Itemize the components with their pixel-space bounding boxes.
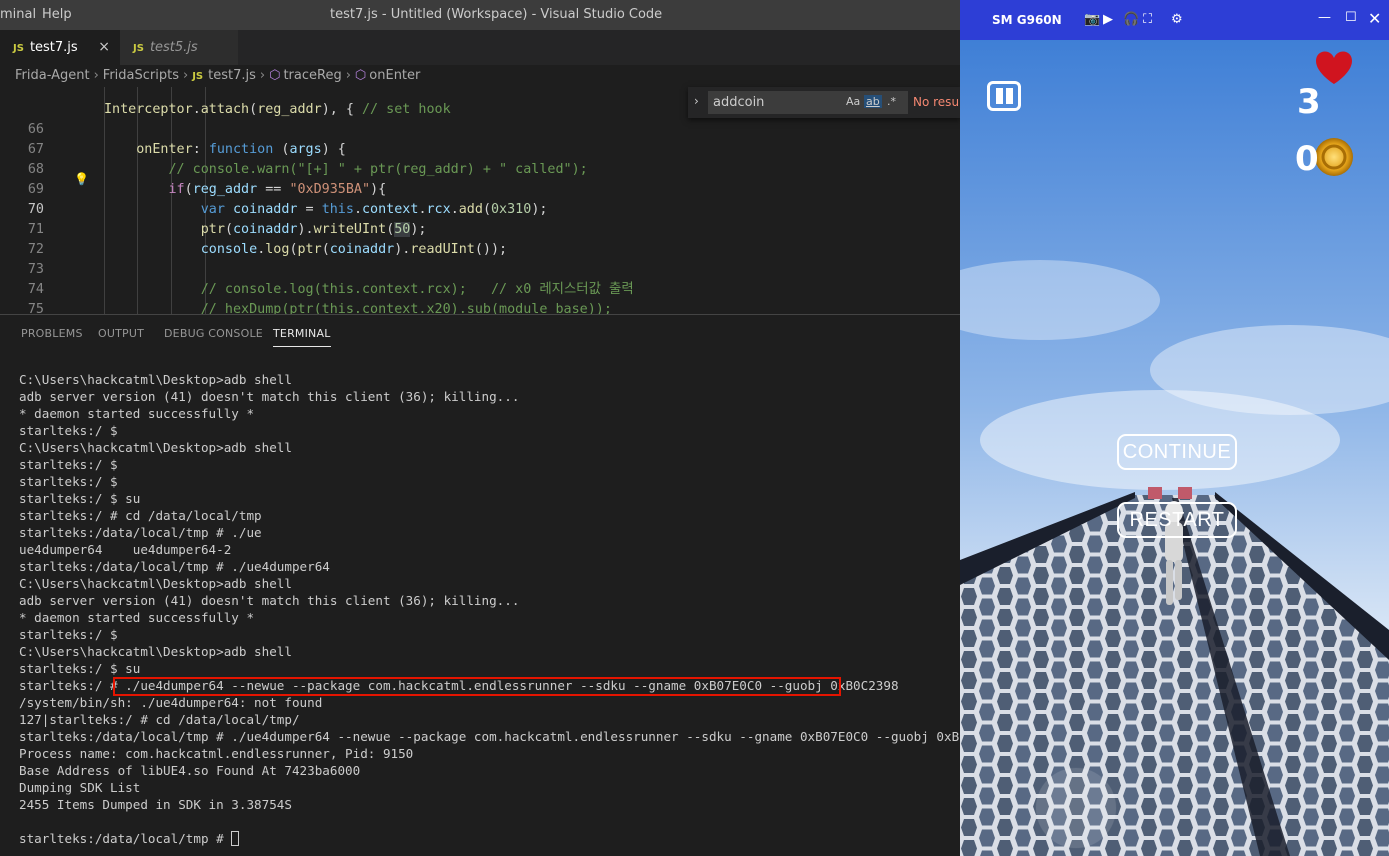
breadcrumb: Frida-Agent › FridaScripts › JS test7.js › ⬡ tra…	[0, 65, 960, 87]
chevron-right-icon: ›	[93, 68, 99, 83]
pause-button[interactable]	[987, 81, 1021, 111]
code-line: 70 ptr(coinaddr).writeUInt(50);	[27, 202, 427, 237]
minimize-icon[interactable]: —	[1318, 10, 1331, 25]
terminal-cursor	[231, 831, 240, 846]
code-line: 69 var coinaddr = this.context.rcx.add(0…	[27, 182, 548, 217]
code-line: 67 // console.warn("[+] " + ptr(reg_addr…	[27, 142, 588, 177]
terminal-line: Dumping SDK List	[19, 780, 141, 795]
code-line: 71 console.log(ptr(coinaddr).readUInt())…	[27, 222, 508, 257]
terminal-line: starlteks:/ $	[19, 423, 118, 438]
js-file-icon: JS	[192, 71, 204, 82]
terminal-line: /system/bin/sh: ./ue4dumper64: not found	[19, 695, 323, 710]
terminal-line: C:\Users\hackcatml\Desktop>adb shell	[19, 440, 292, 455]
chevron-right-icon: ›	[259, 68, 266, 83]
find-status: No result	[913, 95, 968, 109]
code-line: 73 // console.log(this.context.rcx); // …	[27, 262, 634, 297]
breadcrumb-item[interactable]: traceReg	[283, 68, 341, 83]
terminal-line: * daemon started successfully *	[19, 406, 255, 421]
terminal-line: starlteks:/ $	[19, 474, 118, 489]
video-icon[interactable]: ▶	[1103, 12, 1113, 27]
method-icon: ⬡	[354, 68, 367, 83]
tab-debug-console[interactable]: DEBUG CONSOLE	[164, 327, 263, 340]
terminal-prompt-line[interactable]: starlteks:/data/local/tmp #	[19, 830, 1005, 847]
maximize-icon[interactable]: ☐	[1345, 10, 1357, 25]
tab-terminal[interactable]: TERMINAL	[273, 327, 331, 347]
tab-test7[interactable]: JS test7.js ×	[0, 30, 120, 65]
terminal-line: starlteks:/data/local/tmp # ./ue4dumper6…	[19, 729, 1005, 744]
terminal-line: 127|starlteks:/ # cd /data/local/tmp/	[19, 712, 300, 727]
terminal-line: starlteks:/ $	[19, 457, 118, 472]
terminal-line: * daemon started successfully *	[19, 610, 255, 625]
tab-output[interactable]: OUTPUT	[98, 327, 144, 340]
regex-toggle[interactable]: .*	[887, 95, 896, 108]
highlight-box	[113, 677, 841, 696]
tab-problems[interactable]: PROBLEMS	[21, 327, 83, 340]
chevron-right-icon: ›	[182, 68, 189, 83]
terminal-output[interactable]: C:\Users\hackcatml\Desktop>adb shell adb…	[19, 371, 1005, 847]
android-emulator: SM G960N 📷 ▶ 🎧 ⛶ ⚙ — ☐ ✕ 3 0 CONTINUE RE…	[960, 0, 1389, 856]
lives-count: 3	[1297, 82, 1321, 122]
code-line: 74 // hexDump(ptr(this.context.x20).sub(…	[27, 282, 612, 314]
breadcrumb-item[interactable]: FridaScripts	[103, 68, 179, 83]
terminal-line: starlteks:/data/local/tmp # ./ue	[19, 525, 262, 540]
menu-terminal[interactable]: minal	[0, 7, 36, 22]
gear-icon[interactable]: ⚙	[1171, 12, 1183, 27]
lightbulb-icon[interactable]: 💡	[74, 172, 89, 186]
whole-word-toggle[interactable]: ab	[864, 95, 882, 108]
window-title: test7.js - Untitled (Workspace) - Visual…	[330, 7, 663, 22]
vscode-window: minal Help test7.js - Untitled (Workspac…	[0, 0, 1005, 856]
js-file-icon: JS	[133, 43, 144, 54]
terminal-line: Base Address of libUE4.so Found At 7423b…	[19, 763, 361, 778]
find-widget: › addcoin Aa ab .* No result	[688, 87, 967, 118]
code-line: 72	[27, 242, 44, 257]
terminal-line: starlteks:/ $ su	[19, 491, 141, 506]
camera-icon[interactable]: 📷	[1084, 12, 1100, 27]
code-line: 75 // this.context.x0 = 0x0;	[27, 302, 44, 314]
code-editor[interactable]: Interceptor.attach(reg_addr), { // set h…	[0, 87, 960, 314]
terminal-line: Process name: com.hackcatml.endlessrunne…	[19, 746, 414, 761]
method-icon: ⬡	[269, 68, 281, 83]
tab-label: test5.js	[149, 40, 198, 55]
emulator-title-bar: SM G960N 📷 ▶ 🎧 ⛶ ⚙ — ☐ ✕	[960, 0, 1389, 40]
terminal-line: starlteks:/ $	[19, 627, 118, 642]
fullscreen-icon[interactable]: ⛶	[1143, 12, 1152, 27]
terminal-line: C:\Users\hackcatml\Desktop>adb shell	[19, 372, 292, 387]
tab-label: test7.js	[29, 40, 78, 55]
terminal-line: adb server version (41) doesn't match th…	[19, 593, 520, 608]
bottom-panel: PROBLEMS OUTPUT DEBUG CONSOLE TERMINAL C…	[0, 314, 1005, 856]
terminal-line: C:\Users\hackcatml\Desktop>adb shell	[19, 576, 292, 591]
terminal-line: ue4dumper64 ue4dumper64-2	[19, 542, 232, 557]
menu-help[interactable]: Help	[42, 7, 72, 22]
terminal-line: C:\Users\hackcatml\Desktop>adb shell	[19, 644, 292, 659]
js-file-icon: JS	[13, 43, 24, 54]
match-case-toggle[interactable]: Aa	[846, 95, 860, 108]
code-line: 76 // }	[0, 300, 960, 314]
chevron-right-icon[interactable]: ›	[694, 94, 699, 108]
terminal-line: adb server version (41) doesn't match th…	[19, 389, 520, 404]
close-icon[interactable]: ✕	[1368, 9, 1381, 28]
breadcrumb-item[interactable]: test7.js	[208, 68, 256, 83]
close-icon[interactable]: ×	[98, 30, 110, 65]
terminal-line: starlteks:/data/local/tmp # ./ue4dumper6…	[19, 559, 330, 574]
terminal-line: starlteks:/ $ su	[19, 661, 141, 676]
headphones-icon[interactable]: 🎧	[1123, 12, 1139, 27]
coin-count: 0	[1295, 139, 1319, 179]
game-viewport[interactable]: 3 0 CONTINUE RESTART	[960, 40, 1389, 856]
breadcrumb-item[interactable]: Frida-Agent	[15, 68, 90, 83]
code-line: 68 if(reg_addr == "0xD935BA"){	[27, 162, 387, 197]
title-bar: minal Help test7.js - Untitled (Workspac…	[0, 0, 960, 30]
restart-button[interactable]: RESTART	[1117, 502, 1237, 538]
chevron-right-icon: ›	[345, 68, 351, 83]
device-name: SM G960N	[992, 13, 1062, 27]
tab-test5[interactable]: JS test5.js	[120, 30, 238, 65]
terminal-line: starlteks:/ # cd /data/local/tmp	[19, 508, 262, 523]
terminal-line: 2455 Items Dumped in SDK in 3.38754S	[19, 797, 292, 812]
continue-button[interactable]: CONTINUE	[1117, 434, 1237, 470]
editor-tabs: JS test7.js × JS test5.js	[0, 30, 960, 65]
terminal-prompt: starlteks:/data/local/tmp #	[19, 831, 232, 846]
breadcrumb-item[interactable]: onEnter	[369, 68, 420, 83]
